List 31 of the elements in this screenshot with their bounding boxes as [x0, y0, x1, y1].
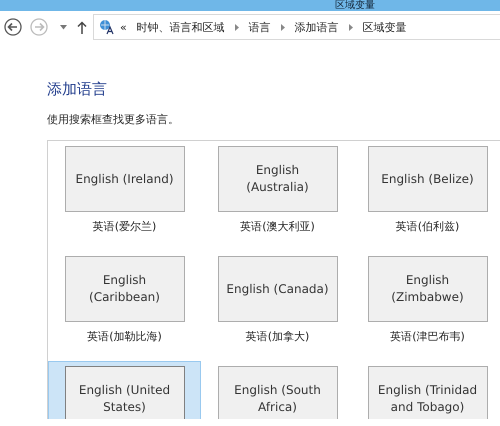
language-label: 英语(爱尔兰) — [92, 219, 156, 234]
language-button[interactable]: English (Canada) — [218, 256, 338, 322]
language-button[interactable]: English (Caribbean) — [64, 256, 184, 322]
language-label: 英语(澳大利亚) — [240, 219, 315, 234]
breadcrumb-arrow-icon[interactable] — [280, 24, 285, 30]
dropdown-icon[interactable] — [60, 24, 67, 30]
back-icon[interactable] — [4, 18, 22, 36]
language-button[interactable]: English (United States) — [64, 366, 184, 419]
breadcrumb-item[interactable]: 时钟、语言和区域 — [136, 20, 225, 34]
instruction-text: 使用搜索框查找更多语言。 — [47, 112, 180, 127]
overflow-chevron[interactable]: « — [120, 20, 127, 34]
breadcrumb-item[interactable]: 添加语言 — [294, 20, 339, 34]
language-label: 英语(加拿大) — [246, 329, 310, 344]
forward-icon[interactable] — [30, 18, 48, 36]
up-arrow-icon[interactable] — [77, 20, 87, 34]
breadcrumb-item[interactable]: 语言 — [248, 20, 271, 34]
language-button[interactable]: English (Australia) — [218, 146, 338, 212]
language-button[interactable]: English (Trinidad and Tobago) — [368, 366, 488, 419]
language-label: 英语(伯利兹) — [396, 219, 460, 234]
page-heading: 添加语言 — [47, 80, 108, 100]
breadcrumb-item[interactable]: 区域变量 — [362, 20, 407, 34]
language-icon — [98, 19, 116, 35]
breadcrumb-arrow-icon[interactable] — [234, 24, 239, 30]
breadcrumb-arrow-icon[interactable] — [348, 24, 353, 30]
language-label: 英语(津巴布韦) — [390, 329, 465, 344]
language-label: 英语(加勒比海) — [87, 329, 162, 344]
address-bar[interactable]: « 时钟、语言和区域 语言 添加语言 区域变量 — [93, 14, 500, 40]
language-button[interactable]: English (Belize) — [368, 146, 488, 212]
language-button[interactable]: English (Zimbabwe) — [368, 256, 488, 322]
language-button[interactable]: English (South Africa) — [218, 366, 338, 419]
language-button[interactable]: English (Ireland) — [64, 146, 184, 212]
